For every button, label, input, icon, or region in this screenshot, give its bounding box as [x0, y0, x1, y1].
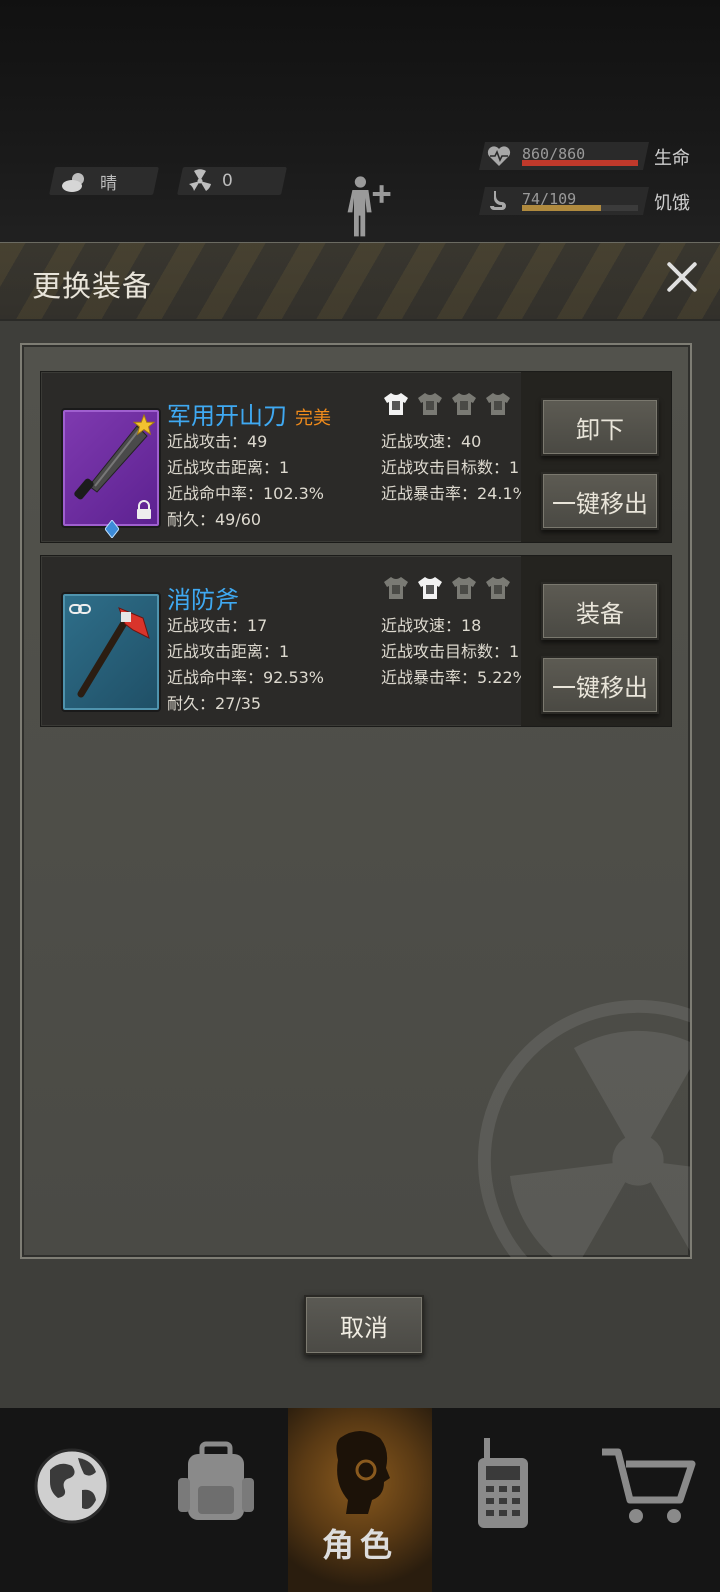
change-equipment-dialog: 更换装备 军用开山刀 完美 近战攻击：49 近战攻击距离：1 近战命中率：102…	[0, 242, 720, 1409]
tier-2-shirt-icon	[418, 393, 442, 415]
radiation-value: 0	[222, 171, 233, 191]
tier-3-shirt-icon	[452, 577, 476, 599]
globe-icon	[34, 1448, 110, 1524]
item-name: 消防斧	[167, 580, 247, 615]
link-icon	[69, 604, 91, 614]
star-icon	[133, 414, 155, 436]
melee-targets: 近战攻击目标数：1	[381, 642, 520, 661]
radiation-watermark-icon	[478, 1000, 690, 1257]
item-name-text: 军用开山刀	[167, 402, 287, 430]
tier-1-shirt-icon	[384, 577, 408, 599]
tier-2-shirt-icon	[418, 577, 442, 599]
tier-1-shirt-icon	[384, 393, 408, 415]
remove-all-button[interactable]: 一键移出	[541, 472, 659, 530]
melee-range: 近战攻击距离：1	[167, 642, 290, 661]
unequip-button[interactable]: 卸下	[541, 398, 659, 456]
hunger-stat: 74/109 饥饿	[479, 187, 690, 215]
equipment-item: 消防斧 近战攻击：17 近战攻击距离：1 近战命中率：92.53% 耐久：27/…	[40, 555, 672, 727]
tier-indicators	[383, 576, 511, 600]
health-stat: 860/860 生命	[479, 142, 690, 170]
item-actions: 卸下 一键移出	[521, 372, 671, 542]
melee-attack: 近战攻击：49	[167, 432, 268, 451]
melee-accuracy: 近战命中率：102.3%	[167, 484, 325, 503]
nav-label-character: 角色	[321, 1526, 398, 1564]
nav-world[interactable]	[0, 1408, 144, 1592]
close-button[interactable]	[662, 257, 702, 297]
heartbeat-icon	[487, 146, 511, 166]
hunger-label: 饥饿	[654, 193, 690, 214]
durability: 耐久：27/35	[167, 694, 262, 713]
nav-radio[interactable]	[432, 1408, 576, 1592]
diamond-icon	[105, 520, 119, 538]
item-actions: 装备 一键移出	[521, 556, 671, 726]
equipment-item: 军用开山刀 完美 近战攻击：49 近战攻击距离：1 近战命中率：102.3% 耐久…	[40, 371, 672, 543]
dialog-header: 更换装备	[0, 243, 720, 321]
status-hud: 晴 0 860/860 生命 74/109 饥饿	[0, 0, 720, 260]
melee-accuracy: 近战命中率：92.53%	[167, 668, 325, 687]
weather-text: 晴	[100, 174, 117, 194]
tier-3-shirt-icon	[452, 393, 476, 415]
melee-attack: 近战攻击：17	[167, 616, 268, 635]
tier-4-shirt-icon	[486, 393, 510, 415]
health-bar	[522, 160, 638, 166]
equipment-list: 军用开山刀 完美 近战攻击：49 近战攻击距离：1 近战命中率：102.3% 耐久…	[40, 371, 672, 727]
melee-crit: 近战暴击率：24.1%	[381, 484, 528, 503]
equip-button[interactable]: 装备	[541, 582, 659, 640]
stomach-icon	[490, 191, 506, 210]
remove-all-button[interactable]: 一键移出	[541, 656, 659, 714]
equipment-panel: 军用开山刀 完美 近战攻击：49 近战攻击距离：1 近战命中率：102.3% 耐久…	[20, 343, 692, 1259]
melee-targets: 近战攻击目标数：1	[381, 458, 520, 477]
melee-crit: 近战暴击率：5.22%	[381, 668, 528, 687]
dialog-title: 更换装备	[32, 269, 153, 303]
health-label: 生命	[654, 148, 690, 169]
item-quality: 完美	[295, 408, 331, 429]
radiation-icon	[189, 169, 211, 191]
item-name-text: 消防斧	[167, 586, 239, 614]
melee-speed: 近战攻速：40	[381, 432, 482, 451]
item-name: 军用开山刀 完美	[167, 396, 331, 431]
melee-range: 近战攻击距离：1	[167, 458, 290, 477]
durability: 耐久：49/60	[167, 510, 262, 529]
add-survivor-icon[interactable]	[346, 166, 394, 246]
cart-icon	[602, 1448, 696, 1523]
tier-indicators	[383, 392, 511, 416]
item-icon-frame[interactable]	[61, 592, 161, 712]
tier-4-shirt-icon	[486, 577, 510, 599]
item-icon-frame[interactable]	[61, 408, 161, 538]
backpack-icon	[178, 1441, 254, 1520]
cancel-button[interactable]: 取消	[304, 1295, 424, 1355]
cloud-sun-icon	[62, 172, 84, 192]
nav-backpack[interactable]	[144, 1408, 288, 1592]
walkie-talkie-icon	[478, 1438, 528, 1528]
hunger-bar	[522, 205, 601, 211]
lock-icon	[137, 500, 151, 519]
nav-character[interactable]: 角色	[288, 1408, 432, 1592]
melee-speed: 近战攻速：18	[381, 616, 482, 635]
nav-shop[interactable]	[576, 1408, 720, 1592]
bottom-nav: 角色	[0, 1408, 720, 1592]
